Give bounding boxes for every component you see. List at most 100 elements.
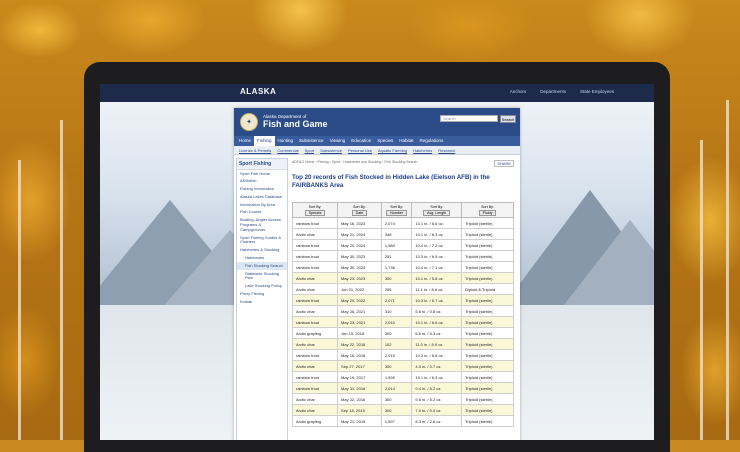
table-row: rainbow trout May 23, 2021 2,010 10.1 in. /…	[291, 316, 514, 328]
main-nav-item-hunting[interactable]: Hunting	[275, 136, 297, 146]
table-cell: Sep 27, 2017	[337, 360, 382, 372]
sub-nav-item[interactable]: License & Permits	[236, 148, 274, 153]
table-cell: 1,597	[380, 415, 413, 427]
table-cell: May 25, 2021	[337, 305, 382, 317]
mountain-right-2	[560, 220, 654, 310]
main-nav-item-education[interactable]: Education	[348, 136, 374, 146]
table-row: Arctic grayling Jun 15, 2018 300 6.6 in. / …	[291, 327, 514, 339]
sub-nav-item[interactable]: Subsistence	[317, 148, 345, 153]
sub-nav-item[interactable]: Commercial	[274, 148, 301, 153]
table-cell: 10.4 in. / 7.1 oz.	[411, 261, 463, 273]
sub-nav-item[interactable]: Aquatic Farming	[375, 148, 410, 153]
adfg-seal-icon[interactable]: ✦	[240, 113, 258, 131]
top-link[interactable]: State Employees	[580, 89, 614, 94]
table-cell: rainbow trout	[291, 382, 339, 394]
table-cell: May 16, 2023	[337, 217, 382, 229]
table-cell: 348	[380, 228, 413, 240]
main-nav-item-viewing[interactable]: Viewing	[327, 136, 349, 146]
main-nav-item-regulations[interactable]: Regulations	[417, 136, 447, 146]
table-cell: Triploid (sterile)	[461, 415, 514, 427]
sidebar-item[interactable]: Lake Stocking Policy	[237, 283, 287, 291]
table-cell: 10.3 in. / 6.8 oz.	[411, 349, 463, 361]
sub-nav-item[interactable]: Sport	[302, 148, 318, 153]
dept-big: Fish and Game	[263, 119, 328, 130]
sidebar-item[interactable]: Sport Fishing Guides & Charters	[237, 234, 287, 247]
breadcrumb[interactable]: ADF&G Home › Fishing › Sport › Hatcherie…	[290, 158, 518, 166]
adfg-page: ✦ Alaska Department of Fish and Game Sea…	[234, 108, 520, 440]
table-cell: rainbow trout	[291, 250, 339, 262]
main-nav-item-habitat[interactable]: Habitat	[396, 136, 416, 146]
table-cell: Arctic char	[291, 393, 339, 405]
table-cell: Triploid (sterile)	[461, 261, 514, 273]
sidebar-item[interactable]: Alaska Lakes Database	[237, 193, 287, 201]
main-nav-item-subsistence[interactable]: Subsistence	[296, 136, 327, 146]
table-cell: Arctic char	[291, 360, 339, 372]
sidebar-item[interactable]: Hatcheries	[237, 255, 287, 263]
table-cell: Triploid (sterile)	[461, 228, 514, 240]
table-cell: Triploid (sterile)	[461, 239, 514, 251]
table-cell: May 31, 2016	[337, 382, 382, 394]
sidebar-item[interactable]: Boating, Angler Access Programs & Campgr…	[237, 217, 287, 234]
table-cell: Arctic char	[291, 272, 339, 284]
sidebar-heading[interactable]: Sport Fishing	[237, 159, 287, 170]
sidebar-item[interactable]: Proxy Fishing	[237, 291, 287, 299]
sub-nav-item[interactable]: Personal Use	[345, 148, 375, 153]
sidebar-item[interactable]: Information By Area	[237, 201, 287, 209]
sidebar-item[interactable]: Fish Stocking Search	[237, 262, 287, 271]
title-area: FAIRBANKS	[292, 182, 329, 190]
table-cell: 300	[380, 393, 413, 405]
table-cell: rainbow trout	[291, 371, 339, 383]
top-link[interactable]: Anchors	[510, 89, 527, 94]
top-link[interactable]: Departments	[540, 89, 566, 94]
table-header-row: Sort By: Species Sort By: Date Sort By: Numbe…	[291, 202, 514, 218]
column-header: Sort By: Number	[380, 202, 413, 218]
table-cell: Arctic char	[291, 305, 339, 317]
table-cell: 10.3 in. / 6.9 oz.	[411, 250, 463, 262]
sidebar-item[interactable]: AKBofish	[237, 178, 287, 186]
table-cell: Jun 15, 2018	[337, 327, 382, 339]
table-row: rainbow trout May 30, 2023 1,736 10.4 in. /…	[291, 261, 514, 273]
sort-species-button[interactable]: Species	[304, 209, 326, 216]
sort-avglength-button[interactable]: Avg. Length	[423, 209, 451, 216]
title-mid: in the	[471, 174, 490, 181]
page-title: Top 20 records of Fish Stocked in Hidden…	[290, 166, 518, 195]
table-cell: Triploid (sterile)	[461, 250, 514, 262]
table-cell: 300	[380, 404, 413, 416]
state-header: ALASKA Anchors Departments State Employe…	[100, 84, 654, 102]
alaska-logo[interactable]: ALASKA	[240, 87, 276, 96]
department-name[interactable]: Alaska Department of Fish and Game	[263, 114, 328, 130]
table-row: Arctic grayling May 21, 2015 1,597 8.3 in. …	[291, 415, 514, 427]
sidebar-item[interactable]: Fishing Information	[237, 186, 287, 194]
sidebar-item[interactable]: Kodiak	[237, 298, 287, 306]
sidebar-item[interactable]: Hatcheries & Stocking	[237, 247, 287, 255]
sort-ploidy-button[interactable]: Ploidy	[478, 209, 497, 216]
table-cell: Triploid (sterile)	[461, 338, 514, 350]
sub-nav-item[interactable]: Research	[435, 148, 458, 153]
search-button[interactable]: Search	[500, 115, 516, 123]
sidebar-item[interactable]: Statewide Stocking Plan	[237, 270, 287, 283]
sub-nav-item[interactable]: Hatcheries	[410, 148, 435, 153]
sidebar-item[interactable]: Fish Counts	[237, 209, 287, 217]
main-nav-item-species[interactable]: Species	[374, 136, 396, 146]
main-nav-item-home[interactable]: Home	[236, 136, 254, 146]
table-cell: rainbow trout	[291, 239, 339, 251]
table-cell: Jun 01, 2022	[337, 283, 382, 295]
table-cell: Arctic char	[291, 283, 339, 295]
table-row: rainbow trout May 20, 2022 2,071 10.3 in. /…	[291, 294, 514, 306]
table-cell: May 30, 2023	[337, 250, 382, 262]
main-nav-item-fishing[interactable]: Fishing	[254, 136, 275, 146]
table-cell: 255	[380, 283, 413, 295]
sidebar-item[interactable]: Sport Fish Home	[237, 170, 287, 178]
search-input[interactable]: Search	[440, 115, 498, 122]
table-cell: 4.0 in. / 0.7 oz.	[411, 360, 463, 372]
sort-date-button[interactable]: Date	[351, 209, 368, 216]
table-cell: Diploid & Triploid	[461, 283, 514, 295]
share-button[interactable]: SHARE	[494, 160, 514, 167]
sort-number-button[interactable]: Number	[386, 209, 407, 216]
table-cell: rainbow trout	[291, 261, 339, 273]
table-cell: Triploid (sterile)	[461, 327, 514, 339]
table-cell: 10.1 in. / 6.6 oz.	[411, 217, 463, 229]
table-cell: May 22, 2016	[337, 393, 382, 405]
table-row: Arctic char May 21, 2024 348 10.1 in. / 6.3…	[291, 228, 514, 240]
table-cell: 1,999	[380, 371, 413, 383]
